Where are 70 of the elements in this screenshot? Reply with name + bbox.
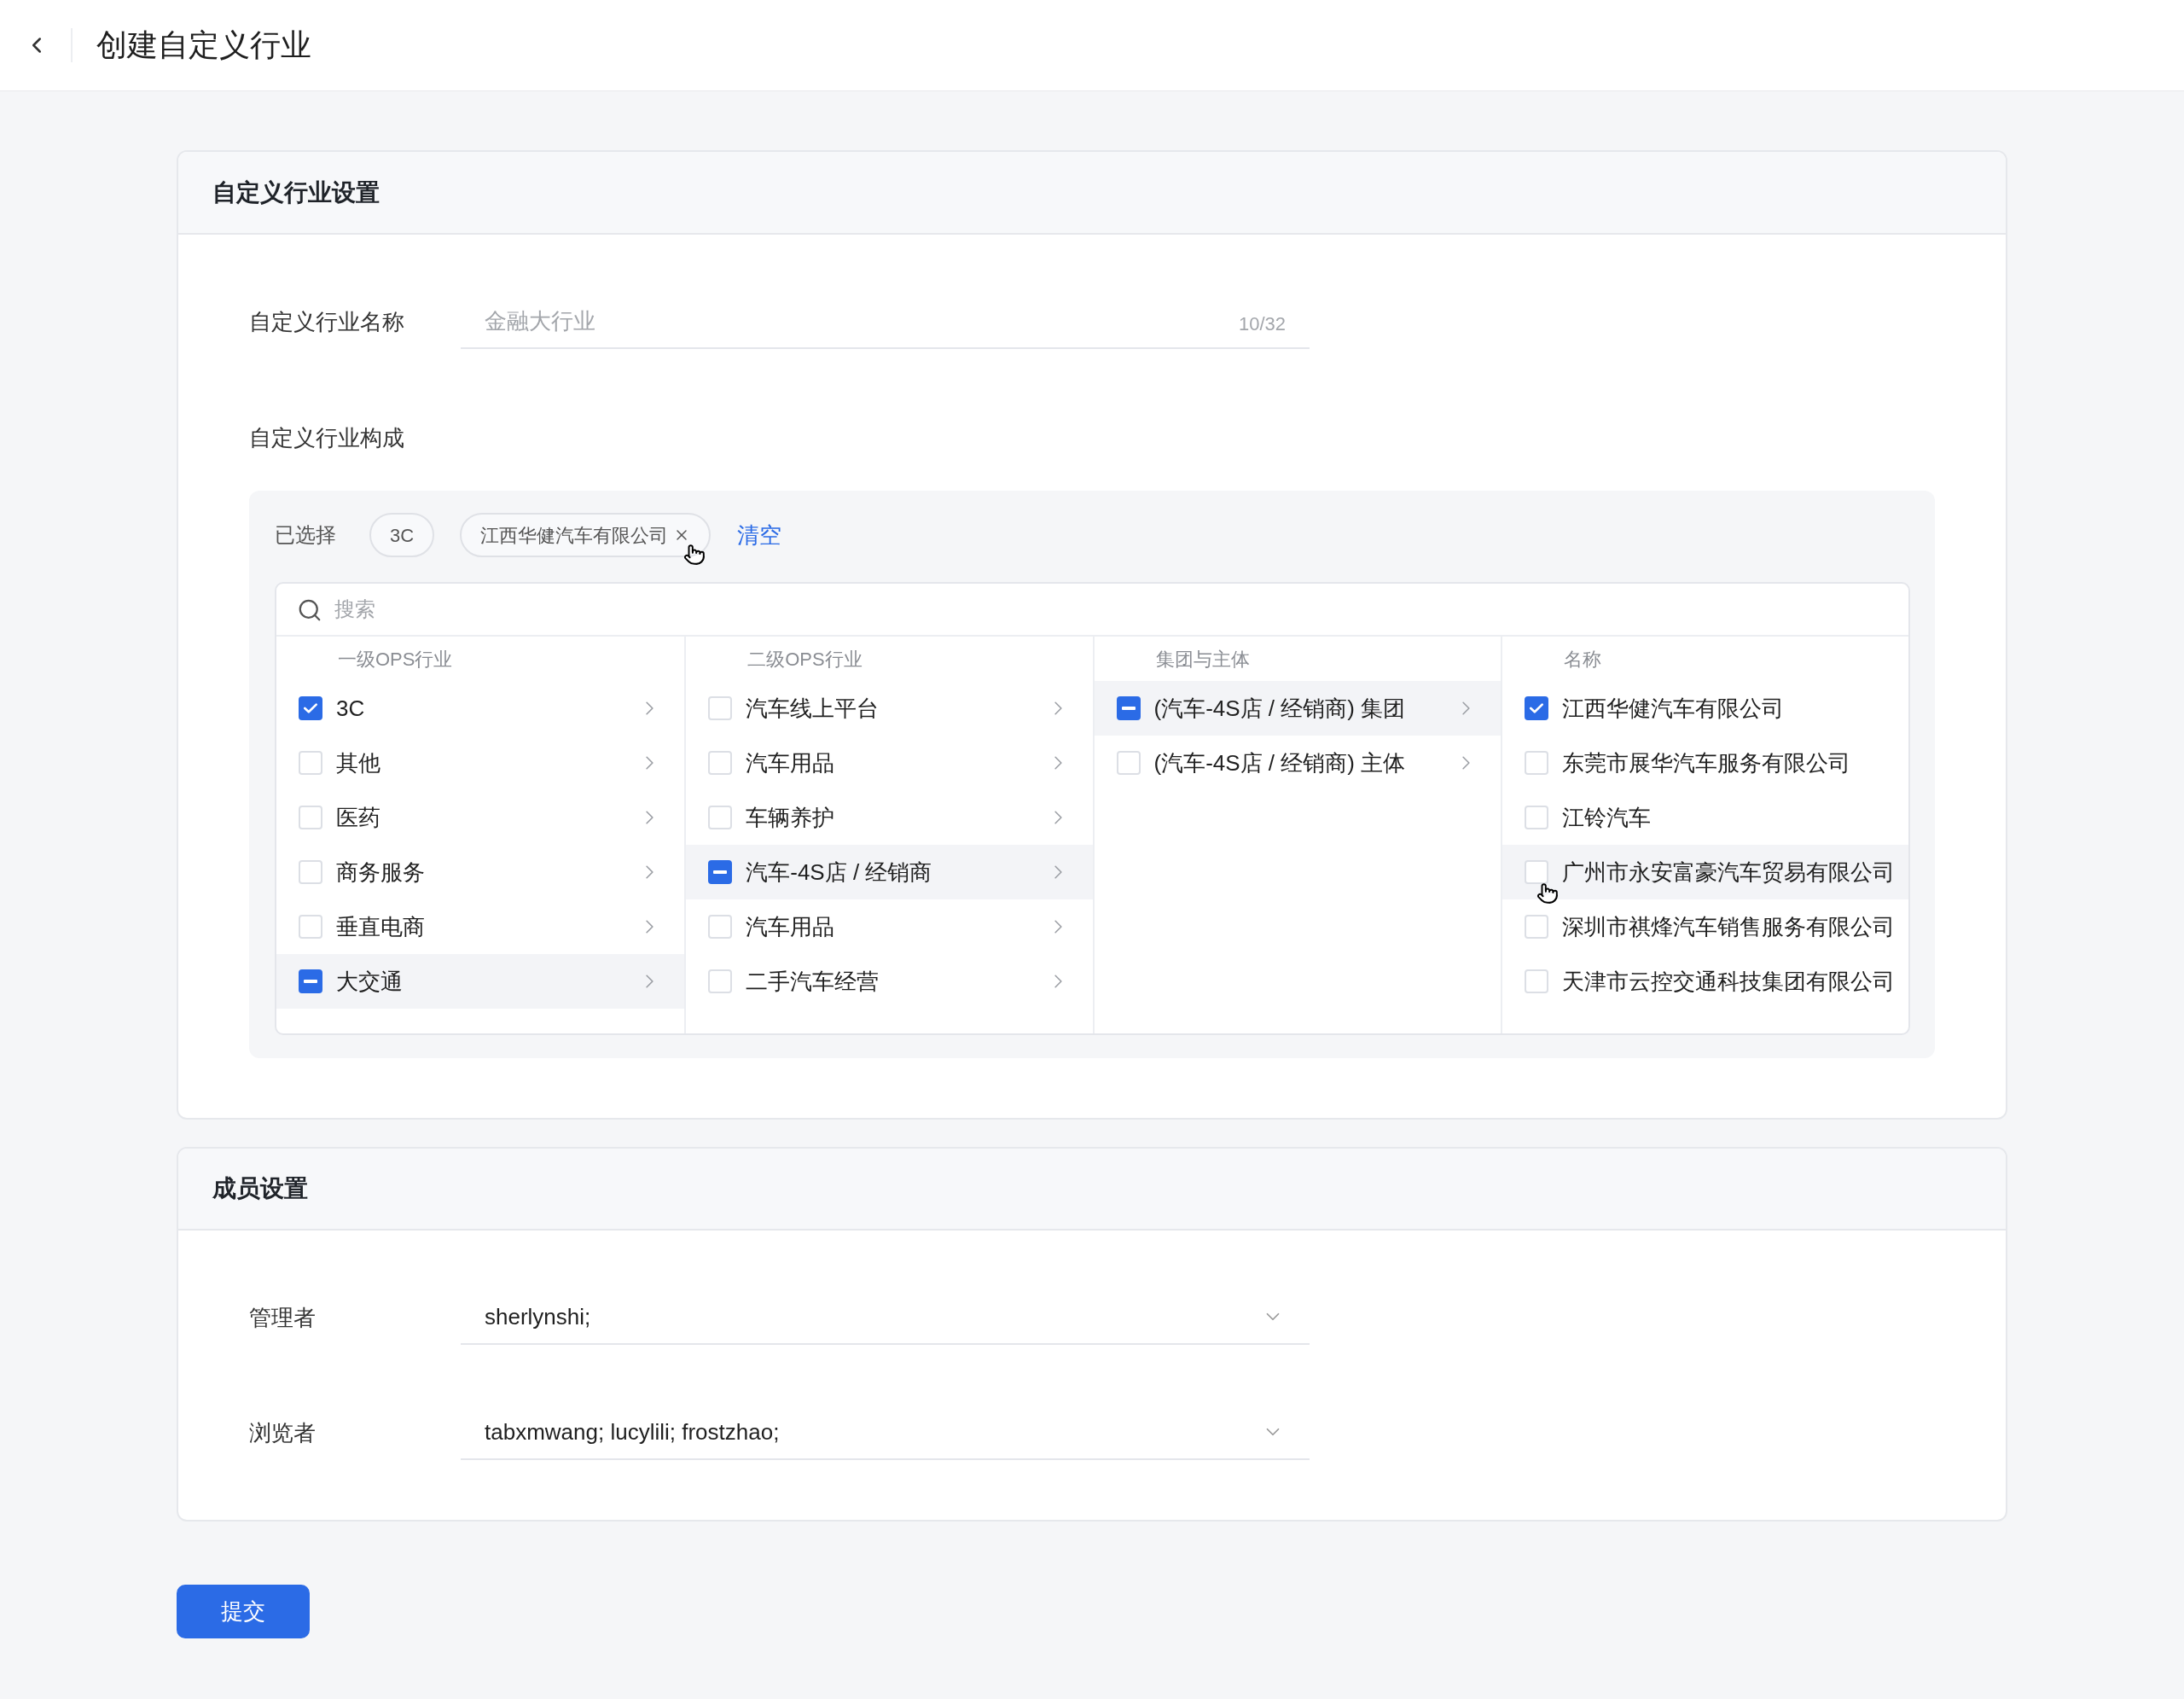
field-label: 自定义行业名称 <box>249 307 405 336</box>
member-select[interactable]: sherlynshi; <box>461 1290 1310 1345</box>
cascader-option[interactable]: 汽车-4S店 / 经销商 <box>686 845 1093 899</box>
option-label: 二手汽车经营 <box>746 967 880 996</box>
selected-tag[interactable]: 3C <box>369 513 435 557</box>
selected-label: 已选择 <box>275 522 336 548</box>
chevron-right-icon <box>1461 756 1470 770</box>
option-label: 天津市云控交通科技集团有限公司 <box>1561 967 1895 996</box>
page-title: 创建自定义行业 <box>96 26 311 64</box>
chevron-right-icon <box>1054 756 1062 770</box>
tag-label: 3C <box>390 523 415 548</box>
checkbox[interactable] <box>1116 696 1141 720</box>
check-icon <box>1529 703 1543 713</box>
checkbox[interactable] <box>1524 696 1548 720</box>
option-label: (汽车-4S店 / 经销商) 集团 <box>1153 694 1406 723</box>
option-label: 垂直电商 <box>336 912 425 941</box>
option-label: 大交通 <box>336 967 403 996</box>
chevron-right-icon <box>646 975 654 988</box>
minus-icon <box>1121 707 1136 710</box>
option-label: 医药 <box>336 803 380 832</box>
option-label: 3C <box>336 694 365 723</box>
checkbox[interactable] <box>708 860 733 884</box>
member-select[interactable]: tabxmwang; lucylili; frostzhao; <box>461 1405 1310 1460</box>
chevron-right-icon <box>1054 811 1062 824</box>
chevron-right-icon <box>1054 701 1062 715</box>
option-label: 江铃汽车 <box>1561 803 1651 832</box>
check-icon <box>304 703 317 713</box>
chevron-right-icon <box>1054 920 1062 934</box>
cascader-option[interactable]: 大交通 <box>276 954 685 1009</box>
option-label: 深圳市祺烽汽车销售服务有限公司 <box>1561 912 1895 941</box>
chevron-right-icon <box>646 756 654 770</box>
chevron-right-icon <box>646 865 654 879</box>
minus-icon <box>713 870 728 874</box>
minus-icon <box>304 980 317 983</box>
option-label: 汽车线上平台 <box>746 694 880 723</box>
option-label: 汽车用品 <box>746 912 835 941</box>
field-label: 管理者 <box>249 1303 317 1332</box>
search-icon <box>297 597 322 623</box>
tag-label: 江西华健汽车有限公司 <box>480 523 669 548</box>
column-header: 集团与主体 <box>1155 647 1250 672</box>
checkbox[interactable] <box>299 696 322 720</box>
option-label: 广州市永安富豪汽车贸易有限公司 <box>1561 858 1895 887</box>
clear-link[interactable]: 清空 <box>737 518 782 552</box>
option-label: 其他 <box>336 748 380 777</box>
column-header: 二级OPS行业 <box>747 647 863 672</box>
checkbox[interactable] <box>299 969 322 993</box>
option-label: 江西华健汽车有限公司 <box>1561 694 1784 723</box>
chevron-right-icon <box>646 701 654 715</box>
option-label: 汽车-4S店 / 经销商 <box>746 858 932 887</box>
option-label: 汽车用品 <box>746 748 835 777</box>
chevron-right-icon <box>646 920 654 934</box>
column-header: 名称 <box>1563 647 1601 672</box>
hand-cursor-icon <box>683 542 706 567</box>
submit-button[interactable]: 提交 <box>177 1585 310 1638</box>
field-label: 自定义行业构成 <box>249 423 404 452</box>
search-input[interactable]: 搜索 <box>276 584 1908 637</box>
chevron-right-icon <box>646 811 654 824</box>
chevron-right-icon <box>1054 865 1062 879</box>
card-title: 成员设置 <box>212 1174 308 1203</box>
chevron-right-icon <box>1461 701 1470 715</box>
column-header: 一级OPS行业 <box>338 647 453 672</box>
char-counter: 10/32 <box>1238 312 1286 336</box>
option-label: 商务服务 <box>336 858 425 887</box>
chevron-right-icon <box>1054 975 1062 988</box>
option-label: 车辆养护 <box>746 803 835 832</box>
cascader-option[interactable]: (汽车-4S店 / 经销商) 集团 <box>1094 681 1501 736</box>
option-label: (汽车-4S店 / 经销商) 主体 <box>1153 748 1406 777</box>
card-title: 自定义行业设置 <box>212 177 380 207</box>
option-label: 东莞市展华汽车服务有限公司 <box>1561 748 1850 777</box>
field-label: 浏览者 <box>249 1418 317 1447</box>
